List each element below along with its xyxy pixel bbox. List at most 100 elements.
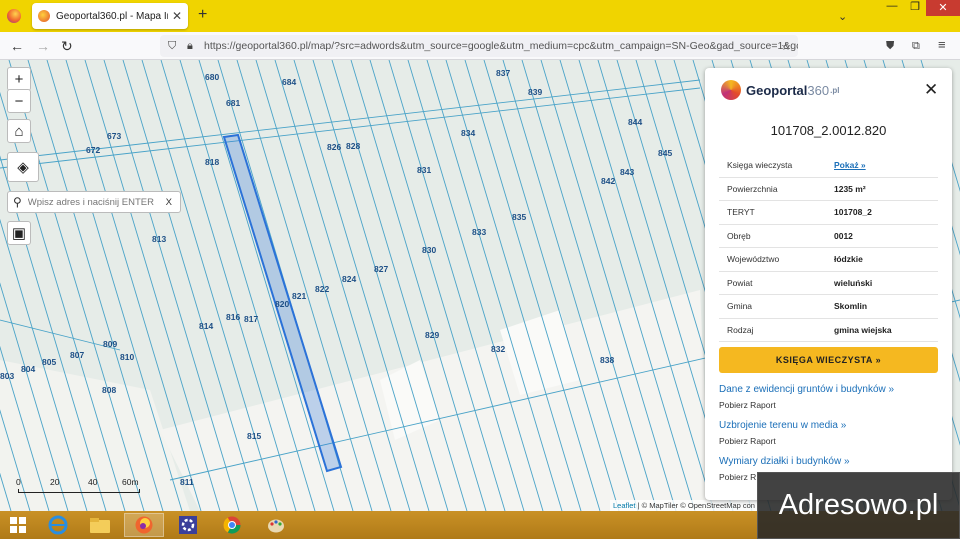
parcel-number-label: 810	[120, 352, 134, 362]
search-clear-button[interactable]: X	[166, 197, 172, 208]
table-row: Obręb 0012	[719, 225, 938, 248]
scale-label: 60m	[122, 477, 139, 487]
parcel-number-label: 803	[0, 371, 14, 381]
parcel-number-label: 828	[346, 141, 360, 151]
measure-icon[interactable]: ▣	[7, 221, 31, 245]
parcel-number-label: 839	[528, 87, 542, 97]
parcel-number-label: 808	[102, 385, 116, 395]
parcel-number-label: 804	[21, 364, 35, 374]
shield-icon[interactable]: ⛉	[168, 40, 176, 53]
new-tab-button[interactable]: +	[198, 6, 207, 24]
list-tabs-chevron-icon[interactable]: ⌄	[838, 10, 847, 23]
firefox-taskbar-icon[interactable]	[124, 513, 164, 537]
row-value: Skomlin	[834, 301, 868, 312]
tab-title: Geoportal360.pl - Mapa Interakt	[56, 10, 168, 22]
panel-close-button[interactable]: ✕	[924, 80, 938, 100]
bookmark-star-icon[interactable]: ☆	[781, 40, 791, 53]
parcel-number-label: 811	[180, 477, 194, 487]
adresowo-watermark: Adresowo.pl	[757, 472, 960, 539]
egib-data-link[interactable]: Dane z ewidencji gruntów i budynków »	[719, 384, 894, 395]
window-close-button[interactable]: ✕	[926, 0, 960, 16]
paint-icon[interactable]	[256, 513, 296, 537]
row-key: Powiat	[727, 277, 753, 288]
parcel-number-label: 807	[70, 350, 84, 360]
download-report-link[interactable]: Pobierz R	[719, 472, 756, 482]
leaflet-link[interactable]: Leaflet	[613, 501, 636, 510]
logo-text: Geoportal	[746, 82, 808, 98]
geoportal-logo-icon	[721, 80, 741, 100]
dimensions-link[interactable]: Wymiary działki i budynków »	[719, 456, 850, 467]
parcel-id: 101708_2.0012.820	[770, 123, 887, 138]
parcel-number-label: 813	[152, 234, 166, 244]
minimize-button[interactable]: —	[880, 0, 904, 14]
row-key: Województwo	[727, 254, 780, 265]
table-row: Rodzaj gmina wiejska	[719, 319, 938, 342]
lock-icon[interactable]: 🔒︎	[187, 40, 193, 53]
zoom-out-button[interactable]: −	[7, 89, 31, 113]
menu-hamburger-icon[interactable]: ≡	[938, 37, 946, 52]
download-report-link[interactable]: Pobierz Raport	[719, 436, 776, 446]
browser-nav-bar: ← → ↻ https://geoportal360.pl/map/?src=a…	[0, 32, 960, 60]
parcel-number-label: 673	[107, 131, 121, 141]
parcel-number-label: 827	[374, 264, 388, 274]
extensions-icon[interactable]: ⧉	[912, 40, 920, 53]
parcel-number-label: 834	[461, 128, 475, 138]
parcel-number-label: 821	[292, 291, 306, 301]
zoom-in-button[interactable]: +	[7, 67, 31, 91]
parcel-number-label: 805	[42, 357, 56, 367]
download-report-link[interactable]: Pobierz Raport	[719, 400, 776, 410]
parcel-number-label: 844	[628, 117, 642, 127]
row-key: Gmina	[727, 301, 753, 312]
parcel-number-label: 842	[601, 176, 615, 186]
attribution-text: | © MapTiler © OpenStreetMap con	[637, 501, 755, 510]
parcel-number-label: 838	[600, 355, 614, 365]
url-text: https://geoportal360.pl/map/?src=adwords…	[204, 40, 798, 52]
parcel-number-label: 826	[327, 142, 341, 152]
forward-arrow-icon[interactable]: →	[36, 38, 50, 54]
land-register-link[interactable]: Pokaż »	[834, 160, 866, 170]
layers-icon[interactable]: ◈	[7, 152, 39, 182]
row-value: wieluński	[834, 277, 873, 288]
parcel-number-label: 835	[512, 212, 526, 222]
parcel-number-label: 845	[658, 148, 672, 158]
windows-start-icon[interactable]	[0, 513, 36, 537]
parcel-number-label: 832	[491, 344, 505, 354]
parcel-number-label: 816	[226, 312, 240, 322]
row-key: TERYT	[727, 207, 755, 218]
pocket-icon[interactable]: ⛊	[886, 40, 894, 53]
row-value: 1235 m²	[834, 183, 866, 194]
utilities-link[interactable]: Uzbrojenie terenu w media »	[719, 420, 846, 431]
firefox-icon[interactable]	[7, 9, 21, 23]
scale-label: 20	[50, 477, 60, 487]
terrain-area	[160, 290, 710, 511]
parcel-info-panel: Geoportal 360 .pl ✕ 101708_2.0012.820 Księ…	[705, 68, 952, 500]
table-row: Powiat wieluński	[719, 272, 938, 295]
internet-explorer-icon[interactable]	[38, 513, 78, 537]
chrome-icon[interactable]	[212, 513, 252, 537]
back-arrow-icon[interactable]: ←	[10, 38, 24, 54]
map-view[interactable]: 680 681 684 837 839 844 845 673 672 818 826 828 834 8…	[0, 60, 960, 511]
settings-gear-icon[interactable]	[168, 513, 208, 537]
home-icon[interactable]: ⌂	[7, 119, 31, 143]
row-key: Rodzaj	[727, 324, 754, 335]
parcel-number-label: 684	[282, 77, 296, 87]
scale-line	[18, 489, 140, 493]
browser-tab-bar: Geoportal360.pl - Mapa Interakt ✕ + ⌄ — …	[0, 0, 960, 32]
reload-icon[interactable]: ↻	[61, 38, 73, 55]
scale-bar: 0 20 40 60m	[16, 477, 148, 493]
row-value: łódzkie	[834, 254, 863, 265]
row-value: 101708_2	[834, 207, 872, 218]
row-key: Obręb	[727, 230, 751, 241]
url-bar[interactable]: https://geoportal360.pl/map/?src=adwords…	[160, 35, 798, 57]
browser-tab[interactable]: Geoportal360.pl - Mapa Interakt ✕	[32, 3, 188, 29]
tab-close-icon[interactable]: ✕	[172, 9, 182, 23]
address-search-box: ⚲ X	[7, 191, 181, 213]
address-search-input[interactable]	[27, 196, 166, 208]
file-explorer-icon[interactable]	[80, 513, 120, 537]
parcel-number-label: 837	[496, 68, 510, 78]
land-register-button[interactable]: KSIĘGA WIECZYSTA »	[719, 347, 938, 373]
parcel-number-label: 822	[315, 284, 329, 294]
restore-button[interactable]: ❐	[904, 0, 926, 14]
geoportal-favicon-icon	[38, 10, 50, 22]
parcel-attributes-table: Księga wieczysta Pokaż » Powierzchnia 1235…	[719, 154, 938, 342]
